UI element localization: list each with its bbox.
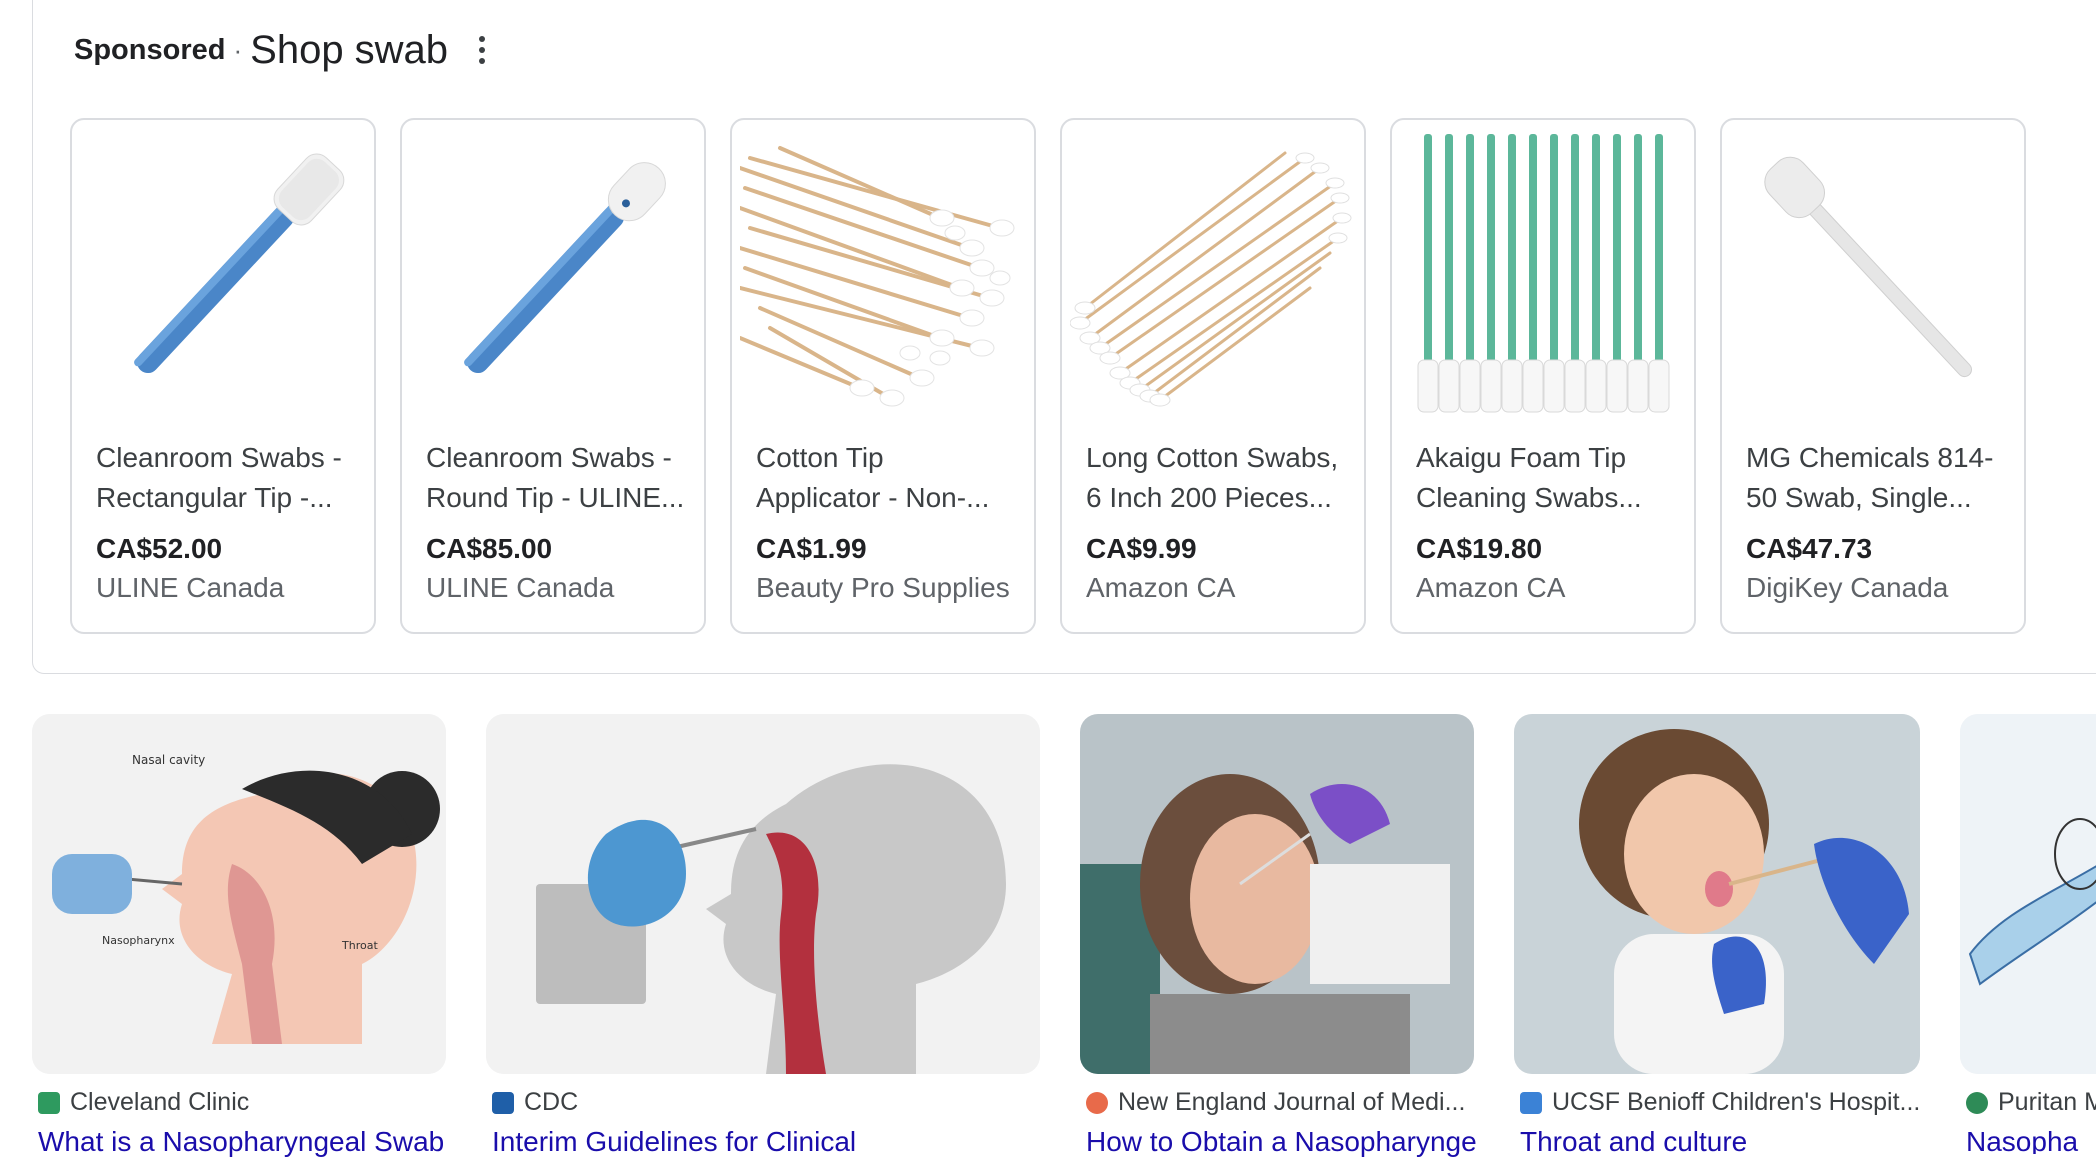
product-title: MG Chemicals 814- 50 Swab, Single... <box>1746 438 2016 518</box>
image-caption[interactable]: How to Obtain a Nasopharyngeal <box>1086 1126 1476 1158</box>
result-image <box>1960 714 2096 1074</box>
product-title-line1: MG Chemicals 814- <box>1746 442 1994 473</box>
product-title: Cleanroom Swabs - Round Tip - ULINE... <box>426 438 696 518</box>
product-seller: ULINE Canada <box>96 572 285 603</box>
svg-text:Throat: Throat <box>341 939 378 952</box>
product-seller: Amazon CA <box>1416 572 1566 603</box>
product-image <box>1417 134 1670 413</box>
image-result[interactable]: UCSF Benioff Children's Hospit... Throat… <box>1514 714 1920 1157</box>
product-image <box>740 146 1015 407</box>
image-result[interactable]: New England Journal of Medi... How to Ob… <box>1080 714 1476 1157</box>
image-caption[interactable]: What is a Nasopharyngeal Swab <box>38 1126 448 1158</box>
product-image <box>1070 151 1352 407</box>
product-title-line2: Applicator - Non-... <box>756 482 990 513</box>
image-source-name: New England Journal of Medi... <box>1118 1088 1466 1116</box>
product-image <box>464 162 666 374</box>
result-image: Nasal cavity Nasopharynx Throat <box>32 714 446 1074</box>
puritan-favicon-icon <box>1966 1091 1988 1114</box>
separator: · <box>233 34 243 65</box>
result-image <box>1080 714 1474 1074</box>
product-title-line2: Cleaning Swabs... <box>1416 482 1642 513</box>
product-title-line1: Cotton Tip <box>756 442 884 473</box>
product-title: Cotton Tip Applicator - Non-... <box>756 438 1026 518</box>
shopping-title: Shop swab <box>250 27 449 72</box>
cleveland-clinic-favicon-icon <box>38 1091 60 1114</box>
product-seller: Beauty Pro Supplies <box>756 572 1010 603</box>
product-title-line2: 6 Inch 200 Pieces... <box>1086 482 1332 513</box>
svg-text:Nasal cavity: Nasal cavity <box>132 753 205 767</box>
product-image <box>134 153 345 374</box>
image-result[interactable]: Puritan M Nasopha <box>1960 714 2096 1154</box>
product-card[interactable]: Akaigu Foam Tip Cleaning Swabs... CA$19.… <box>1390 118 1696 634</box>
product-price: CA$1.99 <box>756 533 867 564</box>
sponsored-label: Sponsored <box>74 33 226 66</box>
product-title-line2: Rectangular Tip -... <box>96 482 333 513</box>
product-title: Cleanroom Swabs - Rectangular Tip -... <box>96 438 366 518</box>
product-card[interactable]: Cotton Tip Applicator - Non-... CA$1.99 … <box>730 118 1036 634</box>
svg-text:Nasopharynx: Nasopharynx <box>102 934 175 947</box>
product-card[interactable]: Long Cotton Swabs, 6 Inch 200 Pieces... … <box>1060 118 1366 634</box>
cdc-favicon-icon <box>492 1091 514 1114</box>
image-source: Cleveland Clinic <box>38 1088 249 1117</box>
product-price: CA$47.73 <box>1746 533 1873 564</box>
image-source-name: CDC <box>524 1088 579 1116</box>
image-source: New England Journal of Medi... <box>1086 1088 1465 1117</box>
image-source: UCSF Benioff Children's Hospit... <box>1520 1088 1920 1117</box>
result-image <box>486 714 1040 1074</box>
nejm-favicon-icon <box>1086 1091 1108 1114</box>
result-image <box>1514 714 1920 1074</box>
product-seller: Amazon CA <box>1086 572 1236 603</box>
product-title-line1: Akaigu Foam Tip <box>1416 442 1627 473</box>
product-card[interactable]: MG Chemicals 814- 50 Swab, Single... CA$… <box>1720 118 2026 634</box>
image-source: Puritan M <box>1966 1088 2096 1117</box>
image-source-name: UCSF Benioff Children's Hospit... <box>1552 1088 1921 1116</box>
image-source-name: Puritan M <box>1998 1088 2096 1116</box>
ucsf-favicon-icon <box>1520 1091 1542 1114</box>
product-title-line2: Round Tip - ULINE... <box>426 482 685 513</box>
product-price: CA$85.00 <box>426 533 553 564</box>
image-source-name: Cleveland Clinic <box>70 1088 250 1116</box>
product-price: CA$19.80 <box>1416 533 1543 564</box>
image-result[interactable]: Nasal cavity Nasopharynx Throat Clevelan… <box>32 714 446 1157</box>
product-title-line2: 50 Swab, Single... <box>1746 482 1972 513</box>
product-price: CA$9.99 <box>1086 533 1197 564</box>
product-title-line1: Cleanroom Swabs - <box>96 442 342 473</box>
product-seller: ULINE Canada <box>426 572 615 603</box>
image-caption[interactable]: Throat and culture <box>1520 1126 1920 1158</box>
shopping-header: Sponsored · Shop swab <box>74 22 494 78</box>
product-seller: DigiKey Canada <box>1746 572 1949 603</box>
product-title: Akaigu Foam Tip Cleaning Swabs... <box>1416 438 1686 518</box>
image-caption[interactable]: Interim Guidelines for Clinical <box>492 1126 1042 1158</box>
more-vertical-icon[interactable] <box>470 30 494 70</box>
product-title-line1: Cleanroom Swabs - <box>426 442 672 473</box>
product-card[interactable]: Cleanroom Swabs - Rectangular Tip -... C… <box>70 118 376 634</box>
product-image <box>1764 156 1972 378</box>
product-title-line1: Long Cotton Swabs, <box>1086 442 1339 473</box>
image-caption[interactable]: Nasopha <box>1966 1126 2096 1154</box>
product-title: Long Cotton Swabs, 6 Inch 200 Pieces... <box>1086 438 1356 518</box>
image-source: CDC <box>492 1088 578 1117</box>
product-card[interactable]: Cleanroom Swabs - Round Tip - ULINE... C… <box>400 118 706 634</box>
image-result[interactable]: CDC Interim Guidelines for Clinical <box>486 714 1040 1157</box>
product-price: CA$52.00 <box>96 533 223 564</box>
